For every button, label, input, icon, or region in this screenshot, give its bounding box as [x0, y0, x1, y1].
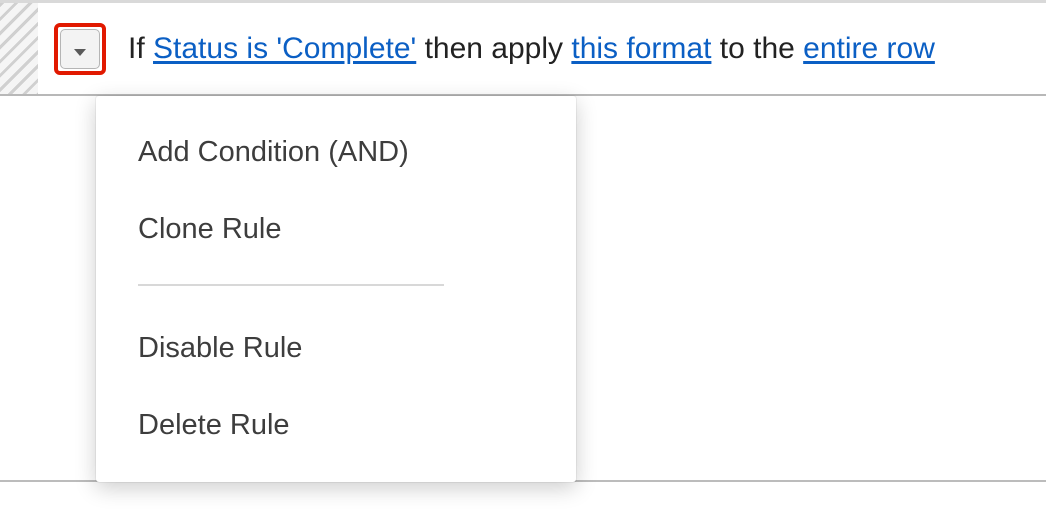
format-link[interactable]: this format [571, 32, 711, 65]
rule-menu-dropdown-button[interactable] [60, 29, 100, 69]
rule-text-to: to the [711, 32, 803, 65]
scope-link[interactable]: entire row [803, 32, 935, 65]
drag-handle-hatch[interactable] [0, 3, 38, 94]
rule-sentence: If Status is 'Complete' then apply this … [128, 32, 935, 66]
menu-item-delete-rule[interactable]: Delete Rule [96, 387, 576, 464]
menu-item-add-condition[interactable]: Add Condition (AND) [96, 114, 576, 191]
rule-text-if: If [128, 32, 153, 65]
highlighted-dropdown-wrap [54, 23, 106, 75]
rule-context-menu: Add Condition (AND) Clone Rule Disable R… [96, 96, 576, 482]
rule-text-then: then apply [416, 32, 571, 65]
condition-link[interactable]: Status is 'Complete' [153, 32, 416, 65]
caret-down-icon [73, 33, 87, 65]
rule-row: If Status is 'Complete' then apply this … [0, 0, 1046, 96]
menu-separator [138, 284, 444, 286]
menu-item-disable-rule[interactable]: Disable Rule [96, 310, 576, 387]
menu-item-clone-rule[interactable]: Clone Rule [96, 191, 576, 268]
